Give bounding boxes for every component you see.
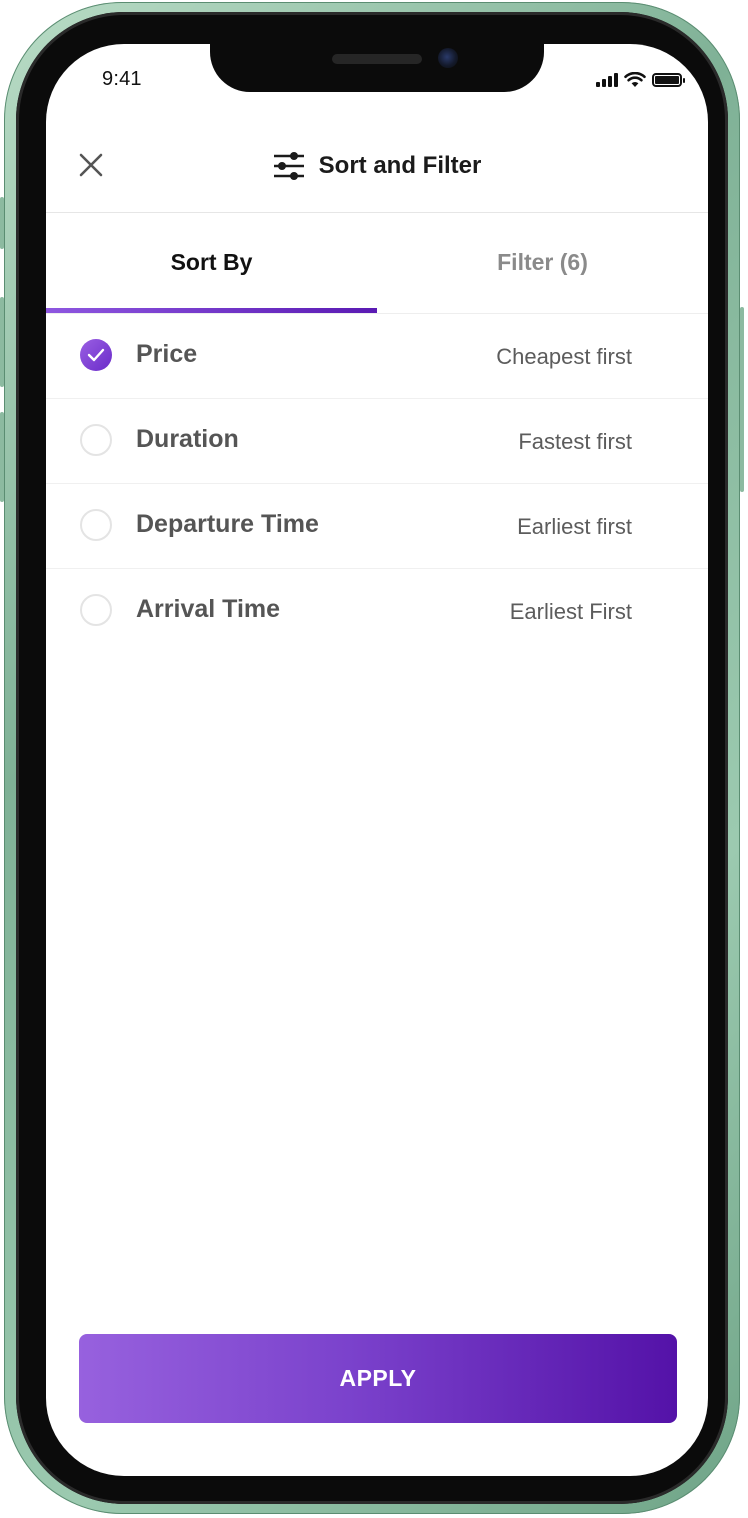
status-time: 9:41 — [102, 68, 142, 90]
wifi-icon — [624, 72, 646, 87]
sort-option-arrival-time[interactable]: Arrival Time Earliest First — [46, 569, 708, 653]
radio-unchecked[interactable] — [80, 424, 112, 456]
active-tab-indicator — [46, 308, 377, 313]
status-icons — [596, 70, 685, 90]
speaker-grille — [332, 54, 422, 64]
radio-unchecked[interactable] — [80, 509, 112, 541]
sort-option-label: Departure Time — [136, 510, 319, 538]
volume-up-button — [0, 297, 4, 387]
header: Sort and Filter — [46, 122, 708, 213]
checkmark-icon — [87, 348, 105, 362]
tab-bar: Sort By Filter (6) — [46, 212, 708, 314]
tab-filter[interactable]: Filter (6) — [377, 212, 708, 313]
battery-icon — [652, 73, 685, 87]
radio-unchecked[interactable] — [80, 594, 112, 626]
page-title: Sort and Filter — [318, 152, 482, 179]
front-camera — [438, 48, 458, 68]
sort-option-price[interactable]: Price Cheapest first — [46, 314, 708, 399]
header-title-group: Sort and Filter — [46, 146, 708, 186]
power-button — [740, 307, 744, 492]
sort-option-description: Fastest first — [518, 429, 632, 454]
sort-option-description: Cheapest first — [496, 344, 632, 369]
radio-checked[interactable] — [80, 339, 112, 371]
sliders-icon — [273, 152, 304, 180]
volume-down-button — [0, 412, 4, 502]
phone-frame: 9:41 Sort and Filter Sort By Filter (6) … — [0, 2, 744, 1514]
mute-switch — [0, 197, 4, 249]
sort-option-description: Earliest first — [517, 514, 632, 539]
sort-option-departure-time[interactable]: Departure Time Earliest first — [46, 484, 708, 569]
sort-option-label: Duration — [136, 425, 239, 453]
notch — [210, 44, 544, 92]
sort-option-label: Price — [136, 340, 198, 368]
screen: 9:41 Sort and Filter Sort By Filter (6) … — [46, 44, 708, 1476]
sort-options-list: Price Cheapest first Duration Fastest fi… — [46, 314, 708, 653]
sort-option-duration[interactable]: Duration Fastest first — [46, 399, 708, 484]
sort-option-label: Arrival Time — [136, 595, 281, 623]
tab-sort-by[interactable]: Sort By — [46, 212, 377, 313]
sort-option-description: Earliest First — [509, 599, 632, 624]
apply-button[interactable]: APPLY — [79, 1334, 677, 1423]
cellular-signal-icon — [596, 73, 618, 87]
